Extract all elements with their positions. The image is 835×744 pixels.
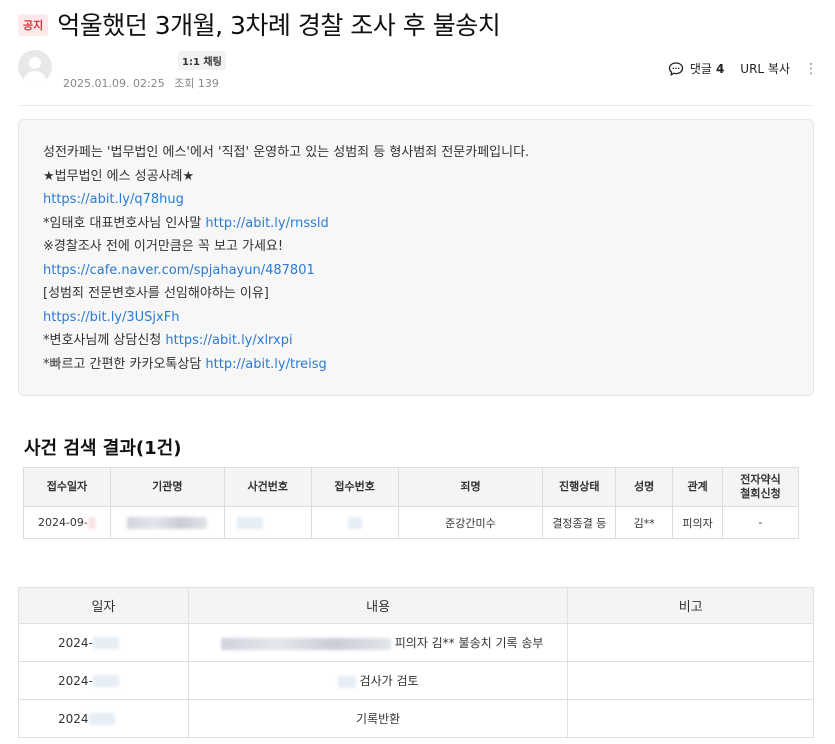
table-row: 2024-09- 준강간미수 결정종결 등 김** 피의자 -	[23, 506, 799, 539]
redacted-receipt-number	[347, 517, 362, 529]
history-content-cell: 기록반환	[187, 699, 569, 738]
redacted-content	[337, 675, 356, 688]
comment-count[interactable]: 4	[716, 62, 724, 76]
table-row: 2024- 피의자 김** 불송치 기록 송부	[18, 623, 814, 662]
chat-button[interactable]: 1:1 채팅	[178, 51, 226, 70]
history-content-cell: 피의자 김** 불송치 기록 송부	[187, 623, 569, 662]
case-col-header: 접수번호	[310, 467, 399, 507]
relation-cell: 피의자	[672, 506, 724, 539]
consult-label: *변호사님께 상담신청	[43, 333, 166, 348]
post-views: 조회 139	[174, 77, 219, 90]
withdraw-cell: -	[722, 506, 799, 539]
notice-greeting-line: *임태호 대표변호사님 인사말 http://abit.ly/rnssld	[43, 212, 789, 236]
history-note-cell	[567, 623, 814, 662]
history-content: 피의자 김** 불송치 기록 송부	[394, 636, 544, 650]
case-table-header-row: 접수일자 기관명 사건번호 접수번호 죄명 진행상태 성명 관계 전자약식 철회…	[23, 467, 799, 507]
url-copy-button[interactable]: URL 복사	[740, 60, 790, 77]
case-search-title: 사건 검색 결과(1건)	[24, 438, 182, 459]
case-number-cell	[223, 506, 312, 539]
name-cell: 김**	[615, 506, 674, 539]
redacted-agency	[127, 517, 208, 529]
notice-kakao-line: *빠르고 간편한 카카오톡상담 http://abit.ly/treisg	[43, 353, 789, 377]
notice-success-cases-heading: ★법무법인 에스 성공사례★	[43, 168, 195, 184]
notice-lawyer-reason-heading: [성범죄 전문변호사를 선임해야하는 이유]	[43, 286, 269, 301]
table-row: 2024- 검사가 검토	[18, 661, 814, 700]
history-date-cell: 2024-	[18, 623, 189, 662]
notice-intro: 성전카페는 '법무법인 에스'에서 '직접' 운영하고 있는 성범죄 등 형사범…	[43, 145, 530, 160]
police-tip-link[interactable]: https://cafe.naver.com/spjahayun/487801	[43, 259, 789, 283]
case-search-table: 접수일자 기관명 사건번호 접수번호 죄명 진행상태 성명 관계 전자약식 철회…	[23, 467, 799, 539]
kakao-link[interactable]: http://abit.ly/treisg	[205, 357, 326, 372]
comment-label[interactable]: 댓글	[690, 60, 712, 77]
avatar[interactable]	[18, 50, 52, 84]
case-col-header: 접수일자	[23, 467, 111, 507]
history-col-header: 일자	[18, 587, 189, 624]
greeting-link[interactable]: http://abit.ly/rnssld	[205, 216, 328, 231]
case-col-header: 전자약식 철회신청	[722, 467, 799, 507]
case-col-header: 죄명	[397, 467, 544, 507]
redacted-date	[88, 713, 115, 725]
history-col-header: 비고	[567, 587, 814, 624]
avatar-head-shape	[29, 57, 41, 69]
redacted-content	[220, 637, 391, 650]
lawyer-reason-link[interactable]: https://bit.ly/3USjxFh	[43, 306, 789, 330]
history-note-cell	[567, 661, 814, 700]
redacted-case-number	[236, 517, 263, 529]
history-date: 2024-	[58, 673, 93, 688]
case-date-cell: 2024-09-	[23, 506, 111, 539]
history-date-cell: 2024-	[18, 661, 189, 700]
case-date: 2024-09-	[37, 516, 88, 529]
notice-police-tip-heading: ※경찰조사 전에 이거만큼은 꼭 보고 가세요!	[43, 239, 284, 254]
avatar-body-shape	[23, 71, 47, 84]
case-col-header: 기관명	[109, 467, 225, 507]
kakao-label: *빠르고 간편한 카카오톡상담	[43, 356, 206, 372]
crime-cell: 준강간미수	[397, 506, 544, 539]
greeting-label: *임태호 대표변호사님 인사말	[43, 215, 206, 231]
history-note-cell	[567, 699, 814, 738]
post-dateline: 2025.01.09. 02:25 조회 139	[63, 75, 225, 91]
history-table-header-row: 일자 내용 비고	[18, 587, 814, 624]
history-date: 2024	[58, 711, 89, 726]
redacted-date	[87, 517, 96, 529]
history-content: 검사가 검토	[359, 674, 419, 688]
post-date: 2025.01.09. 02:25	[63, 77, 165, 90]
post-meta: 1:1 채팅 2025.01.09. 02:25 조회 139 댓글 4 URL…	[18, 48, 818, 92]
post-header: 공지 억울했던 3개월, 3차례 경찰 조사 후 불송치	[18, 4, 818, 44]
history-date-cell: 2024	[18, 699, 189, 738]
post-title: 억울했던 3개월, 3차례 경찰 조사 후 불송치	[57, 11, 501, 40]
header-divider	[18, 105, 814, 106]
receipt-number-cell	[310, 506, 399, 539]
case-col-header: 진행상태	[542, 467, 617, 507]
consult-link[interactable]: https://abit.ly/xlrxpi	[165, 333, 292, 348]
case-history-table: 일자 내용 비고 2024- 피의자 김** 불송치 기록 송부 2024- 검…	[18, 587, 814, 738]
history-content-cell: 검사가 검토	[187, 661, 569, 700]
table-row: 2024 기록반환	[18, 699, 814, 738]
more-options-icon[interactable]: ⋮	[804, 61, 818, 77]
notice-consult-line: *변호사님께 상담신청 https://abit.ly/xlrxpi	[43, 329, 789, 353]
history-date: 2024-	[58, 635, 93, 650]
case-col-header: 관계	[672, 467, 724, 507]
comment-icon[interactable]	[668, 61, 684, 77]
success-cases-link[interactable]: https://abit.ly/q78hug	[43, 188, 789, 212]
redacted-date	[92, 637, 119, 649]
cafe-notice-box: 성전카페는 '법무법인 에스'에서 '직접' 운영하고 있는 성범죄 등 형사범…	[18, 119, 814, 396]
history-col-header: 내용	[187, 587, 569, 624]
redacted-date	[92, 675, 119, 687]
post-actions: 댓글 4 URL 복사 ⋮	[668, 60, 818, 77]
case-col-header: 사건번호	[223, 467, 312, 507]
case-col-header: 성명	[615, 467, 674, 507]
status-cell: 결정종결 등	[542, 506, 617, 539]
case-agency-cell	[109, 506, 225, 539]
notice-badge: 공지	[18, 14, 49, 36]
